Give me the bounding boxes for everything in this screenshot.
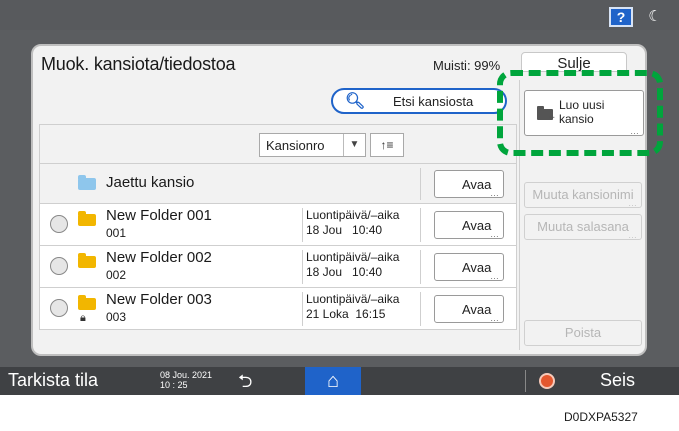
divider: [420, 250, 421, 284]
divider: [420, 292, 421, 326]
folder-name: Jaettu kansio: [106, 174, 195, 191]
date-label: Luontipäivä/–aika: [306, 250, 400, 264]
bottom-bar: Tarkista tila 08 Jou. 2021 10 : 25 ⮌ ⌂ S…: [0, 367, 679, 395]
folder-list-panel: 🔍︎ Etsi kansiosta Kansionro ▼ ↑≡ Jaettu …: [39, 80, 517, 350]
lock-icon: 🔒︎: [80, 312, 86, 324]
folder-number: 002: [106, 268, 127, 282]
divider: [525, 370, 526, 392]
time-text: 10 : 25: [160, 380, 188, 390]
stop-icon[interactable]: [539, 373, 555, 389]
divider: [302, 208, 303, 242]
date-value: 18 Jou 10:40: [306, 223, 383, 237]
search-folder-label: Etsi kansiosta: [393, 94, 474, 109]
select-radio[interactable]: [50, 257, 68, 275]
folder-name: New Folder 001: [106, 207, 212, 224]
stop-button[interactable]: Seis: [600, 370, 635, 391]
list-item[interactable]: New Folder 001 001 Luontipäivä/–aika 18 …: [39, 204, 517, 246]
sort-key-value: Kansionro: [266, 138, 325, 153]
open-button[interactable]: Avaa …: [434, 211, 504, 239]
open-label: Avaa: [462, 302, 492, 317]
sort-bar: Kansionro ▼ ↑≡: [39, 124, 517, 164]
home-icon[interactable]: ⌂: [305, 367, 361, 395]
folder-number: 001: [106, 226, 127, 240]
open-label: Avaa: [462, 260, 492, 275]
open-button[interactable]: Avaa …: [434, 253, 504, 281]
date-value: 18 Jou 10:40: [306, 265, 383, 279]
chevron-down-icon: ▼: [343, 134, 365, 156]
dialog-title: Muok. kansiota/tiedostoa: [41, 54, 236, 74]
folder-name: New Folder 002: [106, 249, 212, 266]
back-arrow-icon[interactable]: ⮌: [238, 369, 252, 399]
more-icon: …: [628, 198, 637, 208]
folder-icon: [78, 253, 96, 268]
divider: [302, 250, 303, 284]
search-folder-button[interactable]: 🔍︎ Etsi kansiosta: [331, 88, 507, 114]
list-item[interactable]: New Folder 002 002 Luontipäivä/–aika 18 …: [39, 246, 517, 288]
rename-folder-label: Muuta kansionimi: [532, 187, 634, 202]
screen: ? ☾ Muok. kansiota/tiedostoa Muisti: 99%…: [0, 0, 679, 431]
date-value: 21 Loka 16:15: [306, 307, 386, 321]
callout-highlight: [497, 70, 663, 156]
moon-icon[interactable]: ☾: [640, 6, 670, 28]
divider: [302, 292, 303, 326]
list-item[interactable]: 🔒︎ New Folder 003 003 Luontipäivä/–aika …: [39, 288, 517, 330]
more-icon: …: [628, 230, 637, 240]
folder-icon: [78, 211, 96, 226]
check-status-button[interactable]: Tarkista tila: [8, 370, 98, 391]
date-label: Luontipäivä/–aika: [306, 208, 400, 222]
folder-name: New Folder 003: [106, 291, 212, 308]
date-text: 08 Jou. 2021: [160, 370, 213, 380]
folder-list: Jaettu kansio Avaa … New Folder 001 001 …: [39, 164, 517, 350]
memory-status: Muisti: 99%: [433, 58, 501, 73]
list-item[interactable]: Jaettu kansio Avaa …: [39, 164, 517, 204]
select-radio[interactable]: [50, 215, 68, 233]
rename-folder-button[interactable]: Muuta kansionimi …: [524, 182, 642, 208]
more-icon: …: [490, 313, 499, 323]
delete-button[interactable]: Poista: [524, 320, 642, 346]
search-icon: 🔍︎: [345, 93, 366, 110]
more-icon: …: [490, 271, 499, 281]
folder-icon: [78, 175, 96, 190]
divider: [420, 168, 421, 200]
more-icon: …: [490, 229, 499, 239]
open-button[interactable]: Avaa …: [434, 170, 504, 198]
date-label: Luontipäivä/–aika: [306, 292, 400, 306]
change-password-button[interactable]: Muuta salasana …: [524, 214, 642, 240]
top-bar: ? ☾: [0, 0, 679, 30]
sort-ascending-icon[interactable]: ↑≡: [370, 133, 404, 157]
date-time: 08 Jou. 2021 10 : 25: [160, 370, 212, 390]
select-radio[interactable]: [50, 299, 68, 317]
figure-code: D0DXPA5327: [564, 410, 638, 424]
divider: [420, 208, 421, 242]
folder-number: 003: [106, 310, 127, 324]
folder-icon: [78, 295, 96, 310]
open-label: Avaa: [462, 177, 492, 192]
help-button[interactable]: ?: [609, 7, 633, 27]
change-password-label: Muuta salasana: [537, 219, 629, 234]
open-label: Avaa: [462, 218, 492, 233]
sort-key-select[interactable]: Kansionro ▼: [259, 133, 366, 157]
close-button[interactable]: Sulje: [521, 52, 627, 72]
more-icon: …: [490, 188, 499, 198]
open-button[interactable]: Avaa …: [434, 295, 504, 323]
